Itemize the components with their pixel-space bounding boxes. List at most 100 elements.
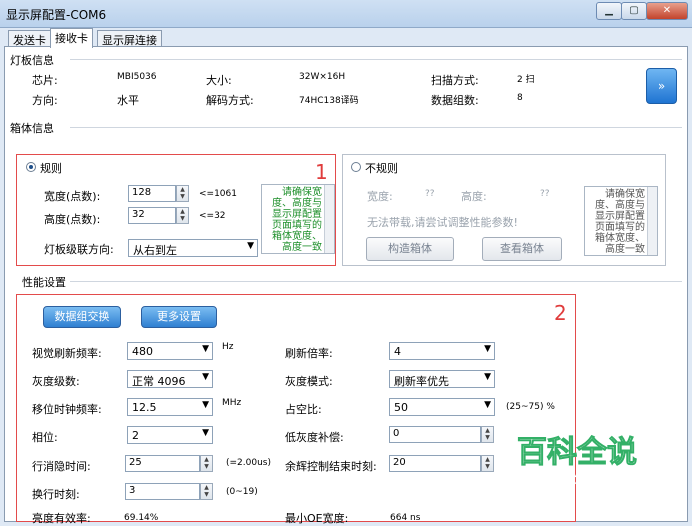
afterglow-stepper[interactable]: ▲ ▼: [481, 455, 494, 472]
cascade-label: 灯板级联方向:: [44, 243, 114, 256]
line-blank-label: 行消隐时间:: [32, 460, 91, 473]
duty-range: (25~75) %: [506, 402, 555, 412]
hint-text: 请确保宽度、高度与显示屏配置页面填写的箱体宽度、高度一致: [261, 184, 335, 254]
phase-select[interactable]: 2 ▼: [127, 426, 213, 444]
section-title-performance: 性能设置: [22, 276, 66, 289]
cascade-select[interactable]: 从右到左 ▼: [128, 239, 258, 257]
refresh-unit: Hz: [222, 342, 234, 352]
dropdown-icon: ▼: [247, 241, 254, 251]
box-number-1: 1: [315, 160, 328, 184]
expand-icon[interactable]: »: [646, 68, 677, 104]
clock-select[interactable]: 12.5 ▼: [127, 398, 213, 416]
data-groups-value: 8: [517, 93, 523, 103]
afterglow-input[interactable]: 20: [389, 455, 481, 472]
dropdown-icon: ▼: [202, 400, 209, 410]
width-stepper[interactable]: ▲ ▼: [176, 185, 189, 202]
spin-up-icon: ▲: [485, 427, 490, 434]
spin-up-icon: ▲: [485, 456, 490, 463]
irregular-radio[interactable]: [351, 162, 361, 172]
line-blank-unit: (=2.00us): [226, 458, 271, 468]
section-title-cabinet-info: 箱体信息: [10, 122, 54, 135]
window-title: 显示屏配置-COM6: [6, 8, 107, 22]
size-value: 32W×16H: [299, 72, 346, 82]
spin-up-icon: ▲: [204, 456, 209, 463]
irr-width-value: ??: [425, 189, 435, 199]
width-input[interactable]: 128: [128, 185, 176, 202]
duty-select[interactable]: 50 ▼: [389, 398, 495, 416]
divider: [70, 59, 682, 60]
clock-label: 移位时钟频率:: [32, 403, 102, 416]
line-switch-input[interactable]: 3: [125, 483, 200, 500]
divider: [70, 281, 682, 282]
phase-label: 相位:: [32, 431, 58, 444]
dropdown-icon: ▼: [484, 372, 491, 382]
gray-mode-select[interactable]: 刷新率优先 ▼: [389, 370, 495, 388]
line-switch-range: (0~19): [226, 487, 258, 497]
line-blank-stepper[interactable]: ▲ ▼: [200, 455, 213, 472]
minimize-button[interactable]: ▁: [596, 2, 622, 20]
gray-mode-label: 灰度模式:: [285, 375, 333, 388]
size-label: 大小:: [206, 74, 232, 87]
duty-label: 占空比:: [285, 403, 322, 416]
dropdown-icon: ▼: [202, 372, 209, 382]
low-gray-label: 低灰度补偿:: [285, 431, 344, 444]
tab-sender-card[interactable]: 发送卡: [8, 30, 51, 47]
divider: [70, 127, 682, 128]
watermark-logo-text: 百科全说: [517, 435, 638, 471]
height-stepper[interactable]: ▲ ▼: [176, 207, 189, 224]
width-label: 宽度(点数):: [44, 190, 101, 203]
low-gray-input[interactable]: 0: [389, 426, 481, 443]
spin-down-icon: ▼: [204, 463, 209, 470]
scan-label: 扫描方式:: [431, 74, 479, 87]
height-label: 高度(点数):: [44, 213, 101, 226]
clock-unit: MHz: [222, 398, 242, 408]
view-cabinet-button[interactable]: 查看箱体: [482, 237, 562, 261]
spin-down-icon: ▼: [204, 491, 209, 498]
line-switch-label: 换行时刻:: [32, 488, 80, 501]
regular-radio[interactable]: [26, 162, 36, 172]
irregular-label: 不规则: [365, 162, 398, 175]
spin-up-icon: ▲: [180, 208, 185, 215]
multiplier-select[interactable]: 4 ▼: [389, 342, 495, 360]
hint-scrollbar[interactable]: [324, 185, 334, 253]
irr-height-label: 高度:: [461, 190, 487, 203]
dropdown-icon: ▼: [484, 400, 491, 410]
line-blank-input[interactable]: 25: [125, 455, 200, 472]
low-gray-stepper[interactable]: ▲ ▼: [481, 426, 494, 443]
dropdown-icon: ▼: [202, 428, 209, 438]
dropdown-icon: ▼: [484, 344, 491, 354]
spin-down-icon: ▼: [485, 434, 490, 441]
watermark-subtext: 助你轻松解决: [524, 469, 615, 487]
irr-hint-text: 请确保宽度、高度与显示屏配置页面填写的箱体宽度、高度一致: [584, 186, 658, 256]
height-max: <=32: [199, 211, 226, 221]
section-title-panel-info: 灯板信息: [10, 54, 54, 67]
regular-label: 规则: [40, 162, 62, 175]
tab-receiver-card[interactable]: 接收卡: [50, 28, 93, 48]
close-button[interactable]: ✕: [646, 2, 688, 20]
line-switch-stepper[interactable]: ▲ ▼: [200, 483, 213, 500]
maximize-button[interactable]: ▢: [621, 2, 647, 20]
dropdown-icon: ▼: [202, 344, 209, 354]
more-settings-button[interactable]: 更多设置: [141, 306, 217, 328]
data-groups-label: 数据组数:: [431, 94, 479, 107]
refresh-label: 视觉刷新频率:: [32, 347, 102, 360]
chip-value: MBI5036: [117, 72, 157, 82]
spin-up-icon: ▲: [204, 484, 209, 491]
efficiency-label: 亮度有效率:: [32, 512, 91, 525]
irr-width-label: 宽度:: [367, 190, 393, 203]
irr-height-value: ??: [540, 189, 550, 199]
multiplier-label: 刷新倍率:: [285, 347, 333, 360]
irr-notice: 无法带载,请尝试调整性能参数!: [367, 216, 518, 229]
tab-screen-connection[interactable]: 显示屏连接: [97, 30, 162, 47]
construct-cabinet-button[interactable]: 构造箱体: [366, 237, 454, 261]
min-oe-label: 最小OE宽度:: [285, 512, 349, 525]
swap-groups-button[interactable]: 数据组交换: [43, 306, 121, 328]
refresh-select[interactable]: 480 ▼: [127, 342, 213, 360]
gray-level-select[interactable]: 正常 4096 ▼: [127, 370, 213, 388]
height-input[interactable]: 32: [128, 207, 176, 224]
irr-hint-scrollbar[interactable]: [647, 187, 657, 255]
spin-down-icon: ▼: [485, 463, 490, 470]
decode-value: 74HC138译码: [299, 96, 359, 106]
chip-label: 芯片:: [32, 74, 58, 87]
gray-level-label: 灰度级数:: [32, 375, 80, 388]
